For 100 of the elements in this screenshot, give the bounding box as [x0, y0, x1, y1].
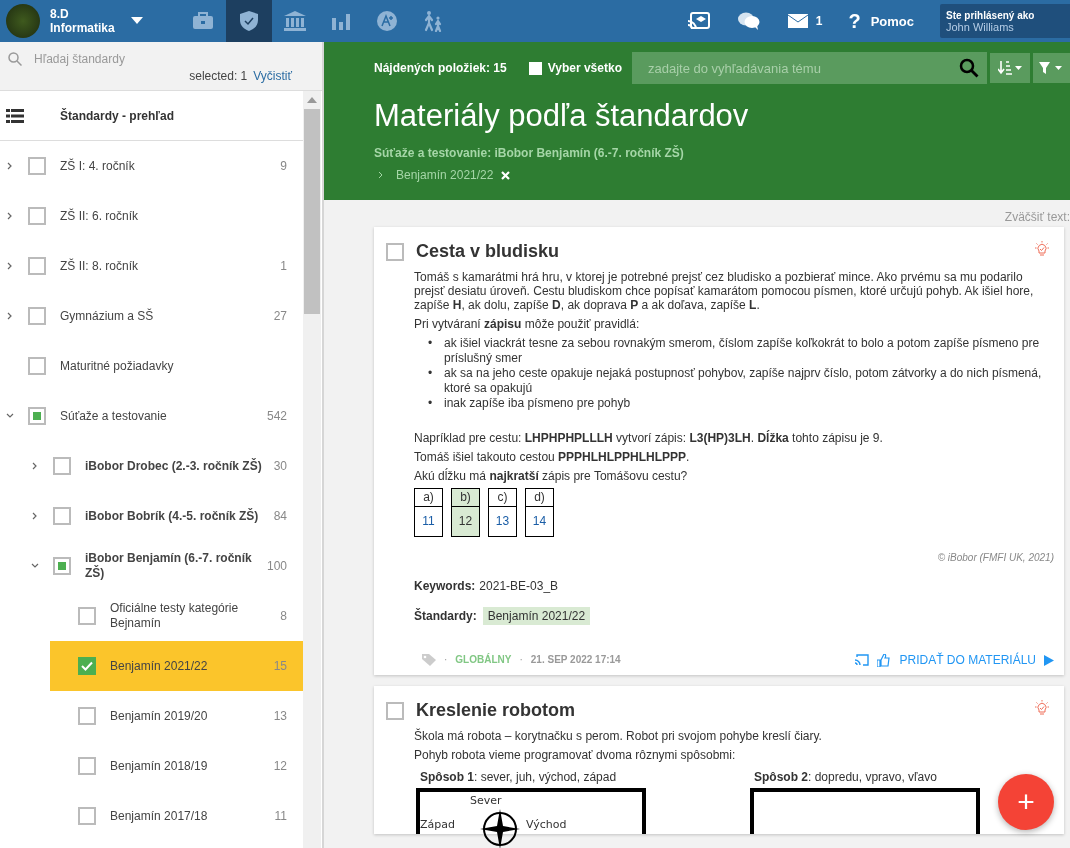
chevron-icon[interactable]	[31, 512, 39, 520]
select-all-label[interactable]: Vyber všetko	[547, 61, 622, 75]
checkbox[interactable]	[28, 407, 46, 425]
tree-label: ZŠ II: 8. ročník	[60, 258, 140, 274]
tree-label: ZŠ I: 4. ročník	[60, 158, 136, 174]
help-icon[interactable]: ?	[848, 9, 861, 33]
bullet: •	[428, 396, 434, 411]
search-icon[interactable]	[958, 58, 979, 78]
chevron-icon[interactable]	[31, 462, 39, 470]
lightbulb-icon[interactable]	[1034, 700, 1050, 716]
item-count: 84	[273, 509, 287, 523]
login-label: Ste prihlásený ako	[946, 9, 1036, 21]
option-value: 13	[494, 513, 511, 530]
option-label: b)	[452, 489, 479, 507]
bullet: •	[428, 366, 434, 382]
chevron-icon[interactable]	[31, 562, 39, 570]
grade-icon	[377, 11, 397, 31]
envelope-icon[interactable]	[787, 14, 808, 28]
chevron-icon[interactable]	[6, 212, 14, 220]
option-label: d)	[526, 489, 553, 507]
option-label: a)	[415, 489, 442, 507]
tree-item[interactable]: iBobor Bobrík (4.-5. ročník ZŠ) 84	[25, 491, 303, 541]
zoom-text-label: Zväčšiť text:	[1004, 210, 1070, 224]
tree-item[interactable]: ZŠ II: 8. ročník 1	[0, 241, 303, 291]
item-count: 8	[280, 609, 287, 623]
thumbs-up-icon[interactable]	[876, 653, 890, 667]
tree-item[interactable]: Maturitné požiadavky	[0, 341, 303, 391]
select-all-checkbox[interactable]	[528, 61, 542, 75]
checkbox[interactable]	[78, 707, 96, 725]
checkbox[interactable]	[53, 507, 71, 525]
lightbulb-icon[interactable]	[1034, 241, 1050, 257]
tree-item[interactable]: Súťaže a testovanie 542	[0, 391, 303, 441]
scrollbar-thumb[interactable]	[304, 109, 320, 314]
item-count: 13	[273, 709, 287, 723]
checkbox[interactable]	[28, 157, 46, 175]
tree-label: Benjamín 2021/22	[110, 658, 209, 674]
close-icon[interactable]	[501, 170, 511, 180]
classroom-screen-icon[interactable]	[687, 12, 710, 30]
card-checkbox[interactable]	[386, 701, 404, 720]
tree-item[interactable]: iBobor Benjamín (6.-7. ročník ZŠ) 100	[25, 541, 303, 591]
card-title[interactable]: Kreslenie robotom	[416, 700, 1034, 721]
scrollbar[interactable]	[303, 91, 321, 848]
tree-item[interactable]: Benjamín 2018/19 12	[50, 741, 303, 791]
bullet: •	[428, 336, 434, 352]
checkbox[interactable]	[28, 257, 46, 275]
standard-tag[interactable]: Benjamín 2021/22	[482, 607, 591, 625]
tree-item[interactable]: Gymnázium a SŠ 27	[0, 291, 303, 341]
question-text: Akú dĺžku má najkratší zápis pre Tomášovu cestu?	[414, 469, 689, 483]
chevron-icon[interactable]	[6, 262, 14, 270]
tree-label: Benjamín 2019/20	[110, 708, 209, 724]
topic-search-field[interactable]: zadajte do vyhľadávania tému	[631, 52, 987, 84]
tree-item[interactable]: ZŠ II: 6. ročník	[0, 191, 303, 241]
briefcase-icon	[192, 12, 214, 30]
chevron-icon[interactable]	[6, 412, 14, 420]
help-link[interactable]: Pomoc	[870, 13, 914, 29]
credit-text: © iBobor (FMFI UK, 2021)	[937, 552, 1054, 563]
cast-icon[interactable]	[854, 654, 869, 666]
figure-caption: Spôsob 2: dopredu, vpravo, vľavo	[753, 770, 938, 784]
card-checkbox[interactable]	[386, 242, 404, 261]
sort-icon	[997, 61, 1022, 75]
checkbox[interactable]	[78, 807, 96, 825]
option-value: 12	[457, 513, 474, 530]
checkbox[interactable]	[53, 557, 71, 575]
play-icon[interactable]	[1044, 654, 1054, 666]
checkbox[interactable]	[28, 207, 46, 225]
caret-icon[interactable]	[130, 17, 143, 25]
tree-item[interactable]: Benjamín 2019/20 13	[50, 691, 303, 741]
chevron-icon[interactable]	[6, 312, 14, 320]
card-title[interactable]: Cesta v bludisku	[416, 241, 1034, 262]
checkbox[interactable]	[78, 657, 96, 675]
class-name[interactable]: 8.D	[50, 7, 115, 21]
clear-link[interactable]: Vyčistiť	[253, 69, 292, 83]
tag-icon[interactable]	[422, 654, 436, 666]
search-icon	[8, 52, 22, 66]
scope-label: GLOBÁLNY	[455, 653, 512, 667]
standards-search-field[interactable]: Hľadaj štandardy	[34, 50, 234, 68]
item-count: 11	[274, 809, 287, 823]
overview-item[interactable]: Štandardy - prehľad	[0, 91, 303, 141]
option-value: 14	[531, 513, 548, 530]
tree-item[interactable]: Benjamín 2017/18 11	[50, 791, 303, 841]
chevron-icon[interactable]	[6, 162, 14, 170]
tree-item[interactable]: Benjamín 2021/22 15	[50, 641, 303, 691]
filter-button[interactable]	[1032, 53, 1070, 83]
tree-item[interactable]: ZŠ I: 4. ročník 9	[0, 141, 303, 191]
sort-button[interactable]	[989, 53, 1030, 83]
tree-item[interactable]: Oficiálne testy kategórie Bejnamín 8	[50, 591, 303, 641]
checkbox[interactable]	[28, 307, 46, 325]
user-panel[interactable]: Ste prihlásený ako John Williams	[940, 4, 1070, 38]
nav-tab[interactable]	[226, 0, 272, 42]
checkbox[interactable]	[78, 757, 96, 775]
checkbox[interactable]	[28, 357, 46, 375]
chat-icon[interactable]	[737, 11, 760, 31]
checkbox[interactable]	[53, 457, 71, 475]
checkbox[interactable]	[78, 607, 96, 625]
scroll-up-icon[interactable]	[307, 97, 317, 103]
breadcrumb: Súťaže a testovanie: iBobor Benjamín (6.-7. ročník ZŠ)	[374, 146, 685, 160]
class-avatar[interactable]	[6, 4, 40, 38]
question-text: Pri vytváraní zápisu môže použiť pravidlá:	[414, 317, 641, 331]
tree-item[interactable]: iBobor Drobec (2.-3. ročník ZŠ) 30	[25, 441, 303, 491]
subject-name[interactable]: Informatika	[50, 21, 115, 35]
